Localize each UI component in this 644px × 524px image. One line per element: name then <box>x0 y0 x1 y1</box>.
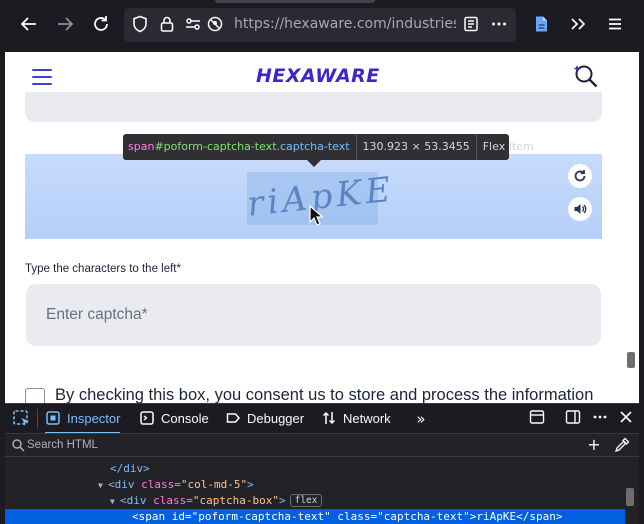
markup-line[interactable]: ▼ <div class="col-md-5"> <box>5 477 625 493</box>
consent-text: By checking this box, you consent us to … <box>55 386 594 403</box>
eyedropper-icon[interactable] <box>613 436 631 454</box>
responsive-layout-icon[interactable] <box>527 409 547 429</box>
reload-icon[interactable] <box>87 10 115 38</box>
mouse-cursor-icon <box>309 205 323 226</box>
lock-icon[interactable] <box>158 15 178 35</box>
markup-line[interactable]: ▼ <div class="captcha-box"> flex <box>5 493 625 509</box>
captcha-field-label: Type the characters to the left* <box>25 263 181 275</box>
menu-hamburger-icon[interactable] <box>32 69 52 85</box>
markup-attr-value: "poform-captcha-text" <box>191 510 331 523</box>
markup-line[interactable]: </div> <box>5 461 625 477</box>
add-node-button[interactable]: + <box>585 436 603 454</box>
markup-attr: class <box>337 510 371 523</box>
tab-network-label: Network <box>343 411 391 426</box>
tracking-permission-icon[interactable] <box>184 15 204 35</box>
expand-twisty-icon[interactable]: ▼ <box>110 494 120 510</box>
web-page: HEXAWARE riApKE span#poform-captcha-text… <box>5 52 639 403</box>
tooltip-badge: Flex Item <box>482 140 534 153</box>
network-icon <box>321 404 337 434</box>
element-picker-icon[interactable] <box>12 409 32 429</box>
reader-view-icon[interactable] <box>462 15 482 35</box>
tab-inspector[interactable]: Inspector <box>45 404 121 434</box>
url-bar[interactable]: https://hexaware.com/industries/ed <box>124 8 516 42</box>
markup-tag: > <box>278 494 286 507</box>
extension-icon[interactable] <box>527 10 555 38</box>
consent-checkbox[interactable] <box>25 388 45 403</box>
tab-inspector-label: Inspector <box>67 411 121 426</box>
back-icon[interactable] <box>15 10 43 38</box>
captcha-refresh-button[interactable] <box>568 164 592 188</box>
inspector-tooltip: span#poform-captcha-text.captcha-text 130… <box>123 134 534 160</box>
markup-tag: <div <box>120 494 147 507</box>
browser-window: https://hexaware.com/industries/ed HEXAW… <box>0 0 644 524</box>
tooltip-size: 130.923 × 53.3455 <box>362 140 470 153</box>
page-scrollbar-thumb[interactable] <box>627 352 635 368</box>
devtools-options-icon[interactable] <box>590 409 610 429</box>
markup-attr: id <box>171 510 185 523</box>
app-menu-icon[interactable] <box>601 10 629 38</box>
microphone-blocked-icon[interactable] <box>206 15 226 35</box>
shield-icon[interactable] <box>131 15 151 35</box>
markup-attr: class <box>153 494 187 507</box>
close-devtools-icon[interactable] <box>616 409 636 429</box>
search-html-input[interactable] <box>27 436 447 454</box>
markup-attr: class <box>141 478 175 491</box>
flex-badge[interactable]: flex <box>289 494 323 507</box>
devtools-frame-right <box>639 403 644 524</box>
browser-toolbar: https://hexaware.com/industries/ed <box>0 0 644 52</box>
hexaware-logo[interactable]: HEXAWARE <box>256 65 379 91</box>
markup-tag: >riApKE</span> <box>469 510 563 523</box>
overflow-chevron-icon[interactable] <box>564 10 592 38</box>
console-icon <box>139 404 155 434</box>
tab-console-label: Console <box>161 411 209 426</box>
markup-view: </div> ▼ <div class="col-md-5"> ▼ <div cla… <box>5 457 639 524</box>
more-tabs-chevron-icon[interactable]: » <box>411 404 431 434</box>
search-icon <box>12 439 25 452</box>
previous-form-field[interactable] <box>25 92 602 122</box>
markup-tag: </div> <box>110 462 150 475</box>
captcha-audio-button[interactable] <box>568 197 592 221</box>
expand-twisty-icon[interactable]: ▼ <box>98 478 108 494</box>
markup-attr-value: "captcha-text" <box>377 510 470 523</box>
dock-side-icon[interactable] <box>563 409 583 429</box>
tab-strip-edge <box>215 0 375 3</box>
tab-console[interactable]: Console <box>139 404 209 434</box>
search-icon[interactable] <box>572 62 600 90</box>
devtools-tab-bar: Inspector Console Debugger Network » <box>5 403 639 434</box>
tooltip-class: .captcha-text <box>276 140 350 153</box>
markup-tag: <div <box>108 478 135 491</box>
window-frame-right <box>639 52 644 403</box>
tab-network[interactable]: Network <box>321 404 391 434</box>
tab-debugger-label: Debugger <box>247 411 305 426</box>
markup-tag: <span <box>132 510 166 523</box>
tab-debugger[interactable]: Debugger <box>225 404 304 434</box>
url-text[interactable]: https://hexaware.com/industries/ed <box>234 16 456 36</box>
html-search-bar: + <box>5 433 639 457</box>
debugger-icon <box>225 404 241 434</box>
tooltip-tag: span <box>128 140 155 153</box>
markup-attr-value: "col-md-5" <box>180 478 248 491</box>
tooltip-id: #poform-captcha-text <box>154 140 277 153</box>
markup-attr-value: "captcha-box" <box>192 494 279 507</box>
more-icon[interactable] <box>490 15 510 35</box>
tooltip-arrow <box>307 160 321 167</box>
captcha-input[interactable] <box>26 284 601 346</box>
markup-tag: > <box>247 478 254 491</box>
inspector-icon <box>45 404 61 434</box>
forward-icon[interactable] <box>51 10 79 38</box>
markup-scrollbar-thumb[interactable] <box>626 488 634 506</box>
markup-line-selected[interactable]: <span id="poform-captcha-text" class="ca… <box>5 509 625 524</box>
